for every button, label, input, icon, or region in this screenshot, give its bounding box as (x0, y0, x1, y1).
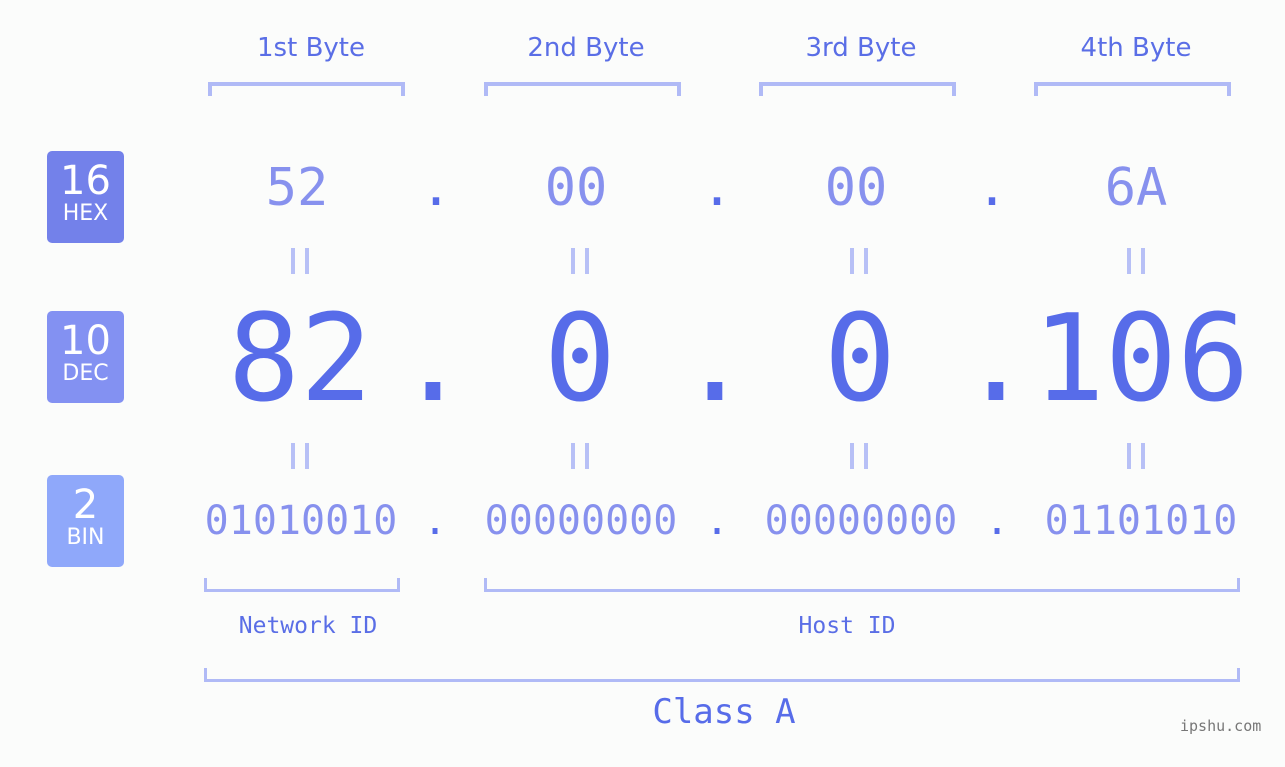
hex-separator-2: . (701, 158, 733, 218)
equals-icon (850, 443, 868, 469)
watermark: ipshu.com (1180, 717, 1262, 735)
network-id-bracket (204, 578, 400, 592)
equals-icon (1127, 248, 1145, 274)
bin-separator-3: . (984, 498, 1010, 544)
host-id-bracket (484, 578, 1240, 592)
dec-badge: 10 DEC (47, 311, 124, 403)
bin-badge: 2 BIN (47, 475, 124, 567)
dec-base-label: DEC (62, 361, 109, 386)
hex-base-number: 16 (60, 158, 111, 204)
byte-bracket-2 (484, 82, 681, 96)
dec-separator-1: . (396, 290, 470, 429)
bin-base-number: 2 (72, 482, 99, 528)
byte-bracket-4 (1034, 82, 1231, 96)
hex-base-label: HEX (62, 201, 109, 226)
equals-icon (571, 248, 589, 274)
dec-separator-3: . (959, 290, 1033, 429)
network-id-label: Network ID (238, 613, 378, 639)
byte-header-3: 3rd Byte (805, 33, 917, 63)
equals-icon (291, 443, 309, 469)
dec-base-number: 10 (60, 318, 111, 364)
equals-icon (291, 248, 309, 274)
bin-separator-2: . (704, 498, 730, 544)
hex-separator-1: . (420, 158, 452, 218)
dec-separator-2: . (678, 290, 752, 429)
hex-badge: 16 HEX (47, 151, 124, 243)
bin-separator-1: . (422, 498, 448, 544)
equals-icon (571, 443, 589, 469)
class-bracket (204, 668, 1240, 682)
byte-header-1: 1st Byte (257, 33, 365, 63)
host-id-label: Host ID (798, 613, 896, 639)
byte-bracket-3 (759, 82, 956, 96)
equals-icon (850, 248, 868, 274)
byte-header-2: 2nd Byte (527, 33, 645, 63)
class-label: Class A (652, 692, 796, 732)
byte-header-4: 4th Byte (1080, 33, 1192, 63)
byte-bracket-1 (208, 82, 405, 96)
bin-base-label: BIN (66, 525, 105, 550)
equals-icon (1127, 443, 1145, 469)
hex-separator-3: . (976, 158, 1008, 218)
